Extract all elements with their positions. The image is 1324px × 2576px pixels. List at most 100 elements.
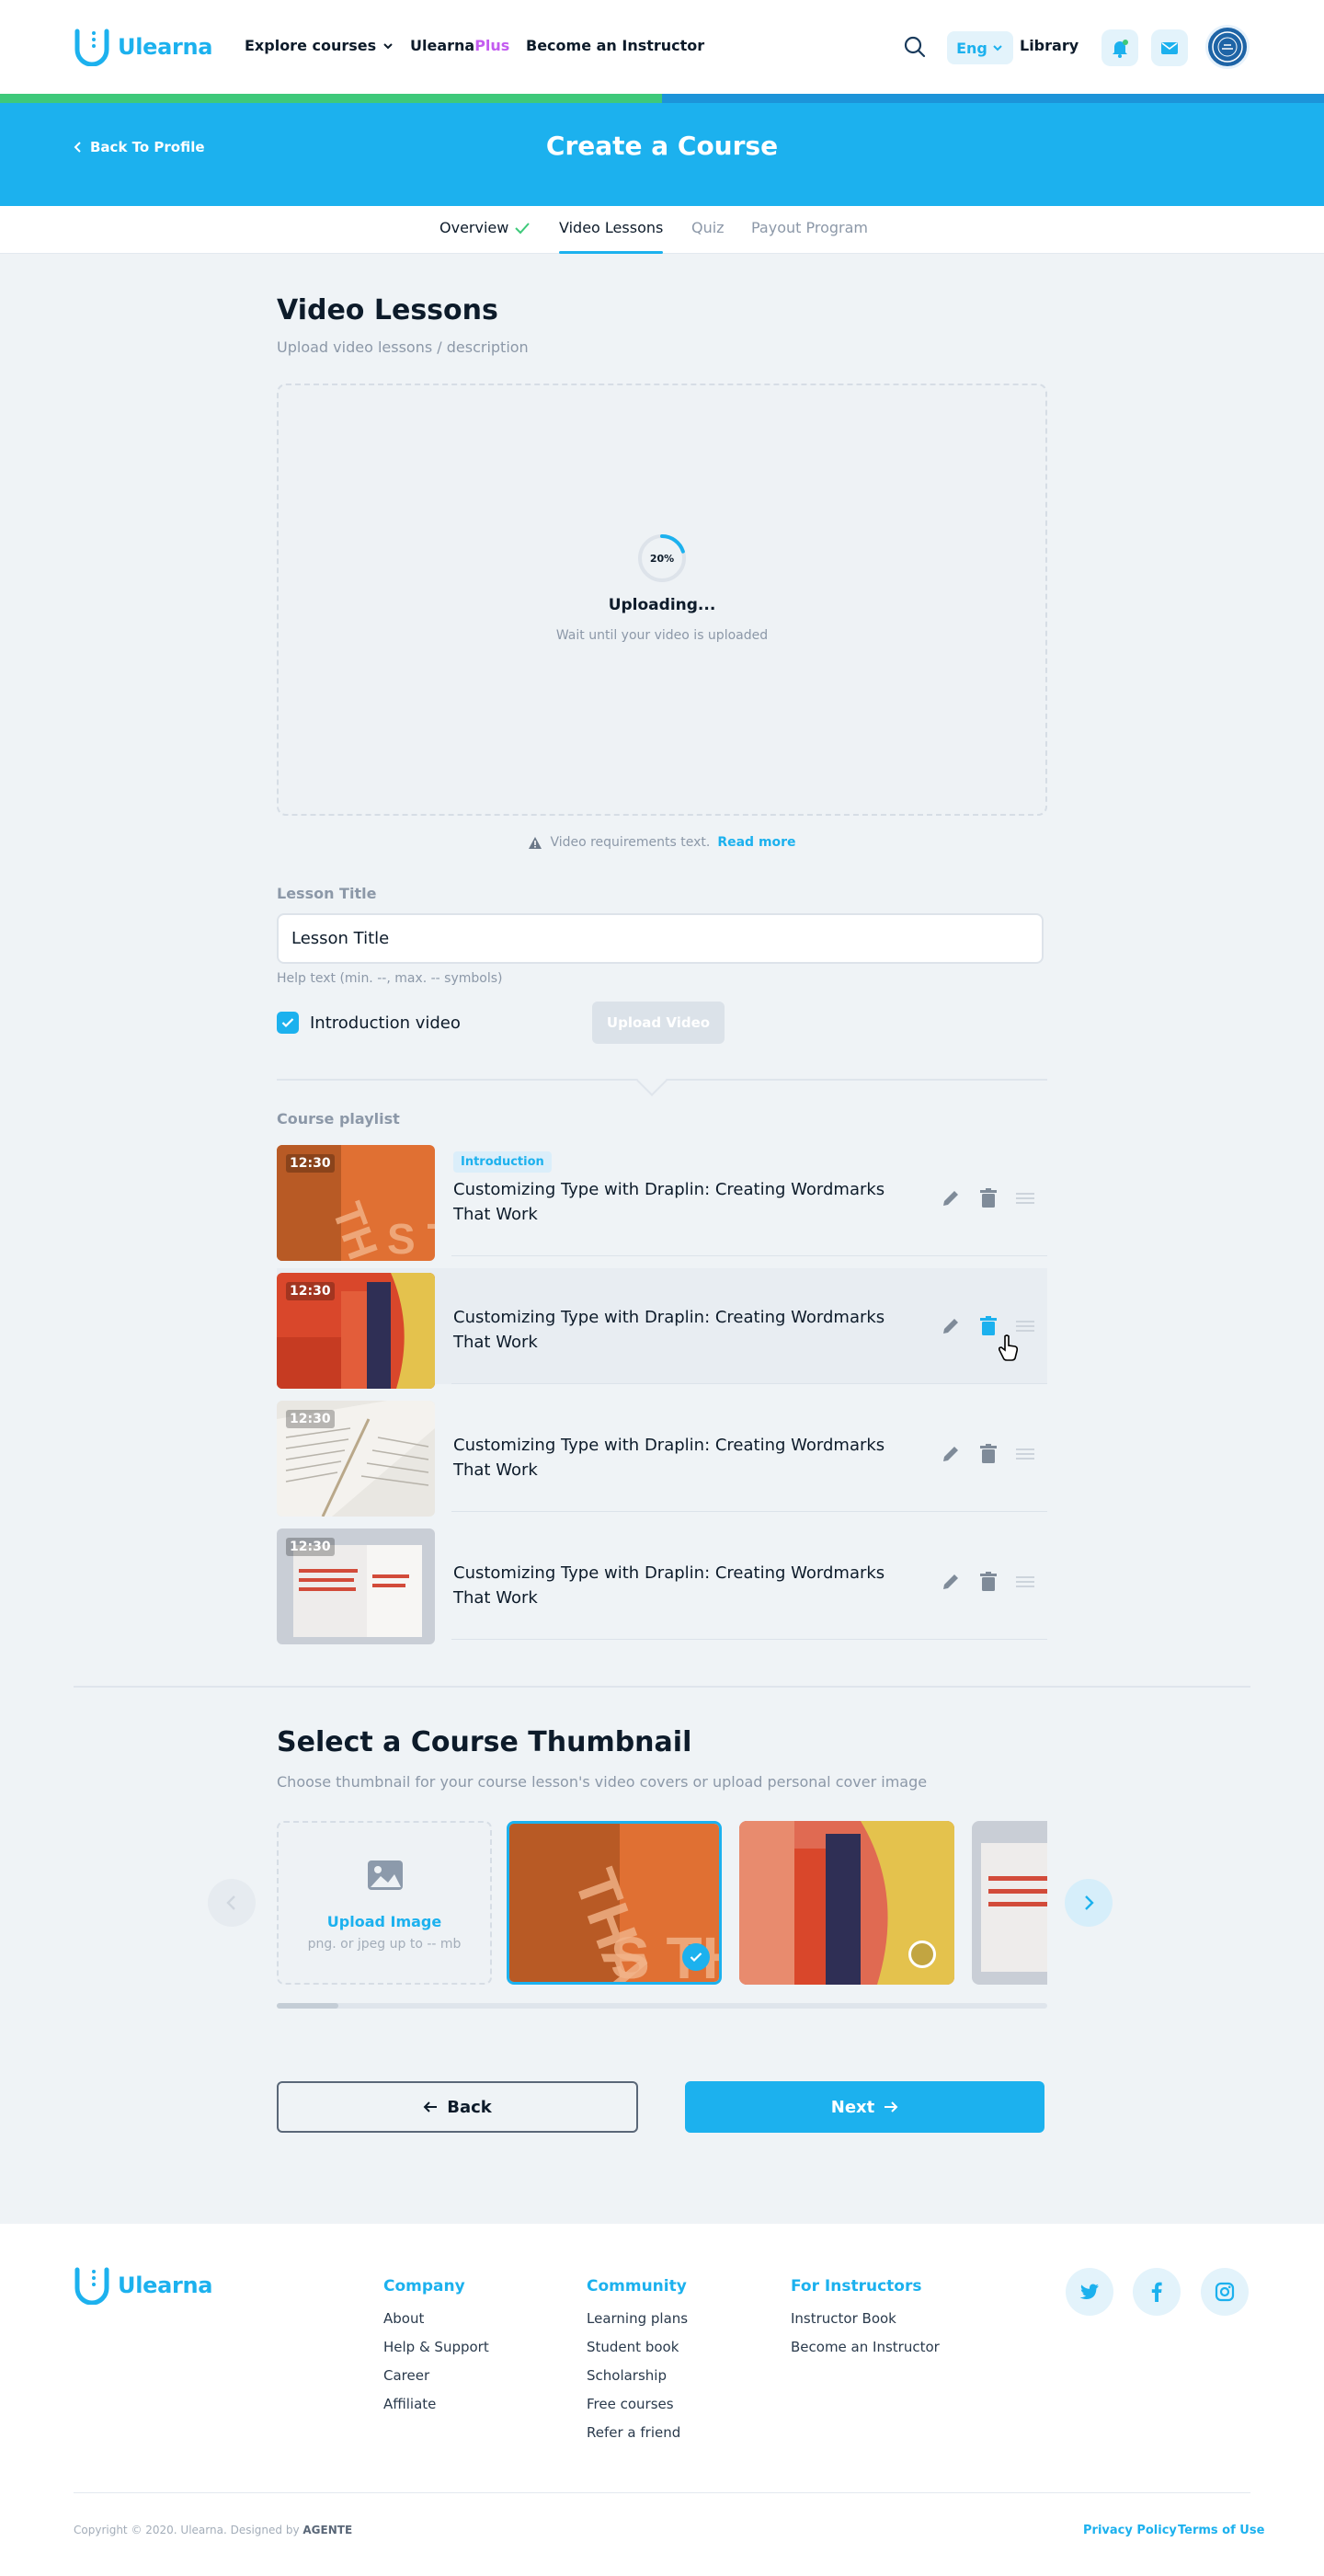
footer-column-instructors: For Instructors Instructor Book Become a…	[791, 2277, 940, 2367]
next-button-label: Next	[830, 2097, 875, 2117]
row-separator	[451, 1511, 1047, 1512]
playlist-thumbnail: 12:30	[277, 1273, 435, 1389]
trash-icon[interactable]	[979, 1572, 998, 1592]
notifications-button[interactable]	[1101, 29, 1138, 66]
carousel-scroll-thumb[interactable]	[277, 2003, 339, 2009]
upload-video-button[interactable]: Upload Video	[592, 1002, 725, 1044]
footer-link[interactable]: Learning plans	[587, 2310, 688, 2327]
edit-icon[interactable]	[941, 1316, 961, 1336]
nav-ulearna-plus[interactable]: Ulearna Plus	[410, 37, 509, 54]
selected-check-badge	[682, 1943, 710, 1971]
footer-link[interactable]: Refer a friend	[587, 2424, 688, 2441]
avatar-emblem-icon	[1212, 31, 1243, 63]
footer-link[interactable]: Become an Instructor	[791, 2339, 940, 2355]
playlist-thumbnail: THA S TH 12:30	[277, 1145, 435, 1261]
trash-icon[interactable]	[979, 1316, 998, 1336]
playlist-duration: 12:30	[286, 1410, 335, 1428]
tab-quiz-label: Quiz	[691, 219, 725, 236]
footer-link[interactable]: Help & Support	[383, 2339, 489, 2355]
video-upload-dropzone[interactable]: 20% Uploading... Wait until your video i…	[277, 384, 1047, 816]
footer-link[interactable]: About	[383, 2310, 489, 2327]
tab-quiz[interactable]: Quiz	[691, 219, 725, 236]
drag-icon[interactable]	[1016, 1575, 1034, 1588]
drag-icon[interactable]	[1016, 1448, 1034, 1460]
thumbnail-option[interactable]	[739, 1821, 954, 1985]
image-icon	[368, 1860, 403, 1890]
check-icon	[515, 222, 531, 234]
read-more-link[interactable]: Read more	[717, 835, 795, 850]
header-logo[interactable]: Ulearna	[74, 28, 213, 66]
copyright: Copyright © 2020. Ulearna. Designed by A…	[74, 2524, 352, 2536]
twitter-button[interactable]	[1066, 2268, 1113, 2316]
user-avatar[interactable]	[1205, 25, 1250, 69]
footer-logo-text: Ulearna	[118, 2273, 213, 2298]
drag-icon[interactable]	[1016, 1320, 1034, 1333]
footer-column-title: For Instructors	[791, 2277, 922, 2296]
language-selector[interactable]: Eng	[947, 31, 1013, 64]
messages-button[interactable]	[1151, 29, 1188, 66]
playlist-item[interactable]: 12:30 Customizing Type with Draplin: Cre…	[277, 1524, 1047, 1644]
tab-video-lessons[interactable]: Video Lessons	[559, 219, 664, 254]
terms-of-use-link[interactable]: Terms of Use	[1178, 2524, 1264, 2537]
lesson-title-input[interactable]	[277, 913, 1044, 964]
footer-logo[interactable]: Ulearna	[74, 2266, 213, 2305]
trash-icon[interactable]	[979, 1444, 998, 1464]
playlist-actions	[941, 1188, 1034, 1208]
footer-column-title: Company	[383, 2277, 465, 2296]
carousel-scrollbar[interactable]	[277, 2003, 1047, 2009]
nav-instructor-label: Become an Instructor	[526, 37, 705, 54]
checkbox-checked[interactable]	[277, 1012, 299, 1034]
intro-video-label: Introduction video	[310, 1013, 461, 1033]
playlist-item[interactable]: 12:30 Customizing Type with Draplin: Cre…	[277, 1396, 1047, 1517]
select-radio[interactable]	[908, 1941, 936, 1968]
tab-payout-program[interactable]: Payout Program	[751, 219, 868, 236]
edit-icon[interactable]	[941, 1572, 961, 1592]
thumbnail-heading: Select a Course Thumbnail	[277, 1726, 692, 1758]
footer-link[interactable]: Instructor Book	[791, 2310, 940, 2327]
course-progress-fill	[0, 94, 662, 103]
playlist-item[interactable]: THA S TH 12:30 Introduction Customizing …	[277, 1140, 1047, 1261]
thumbnail-option[interactable]	[972, 1821, 1047, 1985]
tab-overview[interactable]: Overview	[439, 219, 531, 236]
logo-icon	[74, 2267, 109, 2305]
intro-video-checkbox[interactable]: Introduction video	[277, 1012, 461, 1034]
thumbnail-prev-button[interactable]	[208, 1879, 256, 1927]
upload-image-tile[interactable]: Upload Image png. or jpeg up to -- mb	[277, 1821, 492, 1985]
designer-link[interactable]: AGENTE	[302, 2524, 352, 2536]
footer-link[interactable]: Scholarship	[587, 2367, 688, 2384]
edit-icon[interactable]	[941, 1444, 961, 1464]
nav-become-instructor[interactable]: Become an Instructor	[526, 37, 704, 54]
footer-link[interactable]: Affiliate	[383, 2396, 489, 2412]
footer-link[interactable]: Free courses	[587, 2396, 688, 2412]
row-separator	[451, 1255, 1047, 1256]
footer-link[interactable]: Student book	[587, 2339, 688, 2355]
footer-link[interactable]: Career	[383, 2367, 489, 2384]
upload-image-hint: png. or jpeg up to -- mb	[307, 1937, 462, 1952]
privacy-policy-link[interactable]: Privacy Policy	[1083, 2524, 1177, 2537]
thumbnail-option-selected[interactable]: THA S TH	[507, 1821, 722, 1985]
search-icon	[904, 36, 926, 58]
playlist-duration: 12:30	[286, 1538, 335, 1556]
page-title: Create a Course	[545, 131, 779, 161]
playlist-duration: 12:30	[286, 1154, 335, 1173]
logo-text: Ulearna	[118, 34, 213, 60]
playlist-actions	[941, 1444, 1034, 1464]
nav-library[interactable]: Library	[1020, 37, 1079, 54]
tab-video-lessons-label: Video Lessons	[559, 219, 664, 236]
section-divider	[74, 1686, 1250, 1688]
playlist-item[interactable]: 12:30 Customizing Type with Draplin: Cre…	[277, 1268, 1047, 1389]
facebook-button[interactable]	[1133, 2268, 1181, 2316]
uploading-title: Uploading...	[608, 596, 716, 614]
edit-icon[interactable]	[941, 1188, 961, 1208]
thumbnail-next-button[interactable]	[1065, 1879, 1113, 1927]
drag-icon[interactable]	[1016, 1192, 1034, 1205]
instagram-button[interactable]	[1201, 2268, 1249, 2316]
trash-icon[interactable]	[979, 1188, 998, 1208]
back-button[interactable]: Back	[277, 2081, 638, 2133]
copyright-text: Copyright © 2020. Ulearna. Designed by	[74, 2524, 300, 2536]
search-button[interactable]	[903, 35, 927, 63]
next-button[interactable]: Next	[685, 2081, 1044, 2133]
nav-explore-courses[interactable]: Explore courses	[245, 37, 394, 54]
upload-progress-ring	[638, 534, 686, 582]
svg-text:S TH: S TH	[387, 1215, 435, 1261]
